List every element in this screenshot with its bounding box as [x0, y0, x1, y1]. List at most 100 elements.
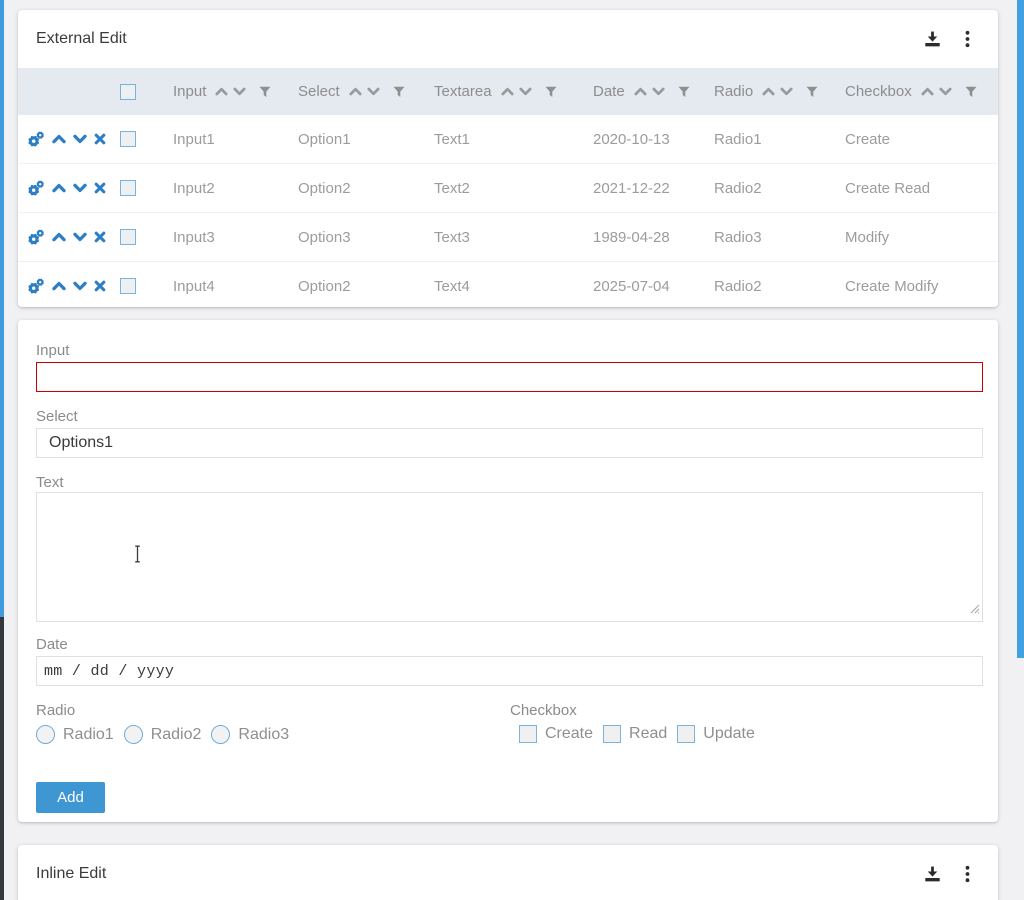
delete-x-icon[interactable] [94, 280, 106, 292]
move-down-icon[interactable] [73, 232, 87, 242]
select-label: Select [36, 408, 78, 425]
checkbox-icon[interactable] [519, 725, 537, 743]
checkbox-option[interactable]: Create [519, 725, 593, 743]
sort-asc-icon[interactable] [215, 87, 228, 96]
kebab-menu-icon[interactable] [965, 30, 970, 48]
filter-icon[interactable] [965, 86, 977, 98]
select-field[interactable]: Options1 [36, 428, 983, 458]
move-up-icon[interactable] [52, 134, 66, 144]
radio-group-label: Radio [36, 702, 75, 719]
external-edit-card: External Edit Input Select [18, 10, 998, 307]
table-row: Input3 Option3 Text3 1989-04-28 Radio3 M… [18, 213, 998, 262]
input-label: Input [36, 342, 69, 359]
sort-asc-icon[interactable] [762, 87, 775, 96]
row-checkbox[interactable] [120, 229, 136, 245]
table-row: Input1 Option1 Text1 2020-10-13 Radio1 C… [18, 115, 998, 164]
column-label: Input [173, 83, 206, 100]
row-checkbox[interactable] [120, 278, 136, 294]
column-label: Checkbox [845, 83, 912, 100]
cell-radio: Radio3 [712, 229, 843, 246]
column-label: Select [298, 83, 340, 100]
radio-option[interactable]: Radio1 [36, 725, 114, 744]
select-all-checkbox[interactable] [120, 84, 136, 100]
filter-icon[interactable] [806, 86, 818, 98]
filter-icon[interactable] [545, 86, 557, 98]
radio-group: Radio1 Radio2 Radio3 [36, 725, 289, 744]
sort-desc-icon[interactable] [939, 87, 952, 96]
filter-icon[interactable] [259, 86, 271, 98]
table-row: Input4 Option2 Text4 2025-07-04 Radio2 C… [18, 262, 998, 310]
row-checkbox[interactable] [120, 131, 136, 147]
checkbox-option-label: Create [545, 725, 593, 743]
download-icon[interactable] [924, 866, 941, 882]
cell-checkbox: Modify [843, 229, 998, 246]
delete-x-icon[interactable] [94, 133, 106, 145]
scrollbar-left-thumb[interactable] [0, 0, 4, 617]
cell-radio: Radio1 [712, 131, 843, 148]
sort-desc-icon[interactable] [233, 87, 246, 96]
scrollbar-right-thumb[interactable] [1017, 0, 1024, 658]
radio-option-label: Radio2 [151, 726, 202, 744]
filter-icon[interactable] [393, 86, 405, 98]
move-up-icon[interactable] [52, 281, 66, 291]
cell-checkbox: Create Modify [843, 278, 998, 295]
radio-option[interactable]: Radio3 [211, 725, 289, 744]
radio-option-label: Radio1 [63, 726, 114, 744]
resize-grip-icon[interactable] [969, 601, 980, 619]
sort-asc-icon[interactable] [921, 87, 934, 96]
move-up-icon[interactable] [52, 232, 66, 242]
checkbox-option[interactable]: Update [677, 725, 755, 743]
kebab-menu-icon[interactable] [965, 865, 970, 883]
cell-textarea: Text3 [432, 229, 591, 246]
settings-cogs-icon[interactable] [27, 278, 45, 295]
inline-edit-header: Inline Edit [18, 845, 998, 900]
row-checkbox[interactable] [120, 180, 136, 196]
radio-icon[interactable] [36, 725, 55, 744]
move-down-icon[interactable] [73, 183, 87, 193]
filter-icon[interactable] [678, 86, 690, 98]
date-field[interactable]: mm / dd / yyyy [36, 656, 983, 686]
table-row: Input2 Option2 Text2 2021-12-22 Radio2 C… [18, 164, 998, 213]
cell-input: Input2 [171, 180, 296, 197]
textarea-field[interactable] [36, 492, 983, 622]
radio-option[interactable]: Radio2 [124, 725, 202, 744]
date-placeholder: mm / dd / yyyy [37, 663, 174, 680]
delete-x-icon[interactable] [94, 182, 106, 194]
move-down-icon[interactable] [73, 134, 87, 144]
sort-asc-icon[interactable] [349, 87, 362, 96]
sort-desc-icon[interactable] [367, 87, 380, 96]
settings-cogs-icon[interactable] [27, 131, 45, 148]
cell-date: 2020-10-13 [591, 131, 712, 148]
cell-input: Input3 [171, 229, 296, 246]
add-form-card: Input Select Options1 Text Date mm / dd … [18, 320, 998, 822]
scrollbar-left-track[interactable] [0, 617, 4, 900]
sort-desc-icon[interactable] [519, 87, 532, 96]
column-header-textarea: Textarea [432, 83, 591, 100]
checkbox-option-label: Update [703, 725, 755, 743]
checkbox-icon[interactable] [603, 725, 621, 743]
settings-cogs-icon[interactable] [27, 180, 45, 197]
move-down-icon[interactable] [73, 281, 87, 291]
delete-x-icon[interactable] [94, 231, 106, 243]
checkbox-option-label: Read [629, 725, 667, 743]
settings-cogs-icon[interactable] [27, 229, 45, 246]
sort-asc-icon[interactable] [634, 87, 647, 96]
checkbox-icon[interactable] [677, 725, 695, 743]
cell-select: Option2 [296, 180, 432, 197]
sort-desc-icon[interactable] [780, 87, 793, 96]
cell-select: Option1 [296, 131, 432, 148]
radio-icon[interactable] [124, 725, 143, 744]
checkbox-group-label: Checkbox [510, 702, 577, 719]
cell-date: 2021-12-22 [591, 180, 712, 197]
download-icon[interactable] [924, 31, 941, 47]
sort-desc-icon[interactable] [652, 87, 665, 96]
add-button[interactable]: Add [36, 782, 105, 813]
column-label: Radio [714, 83, 753, 100]
radio-icon[interactable] [211, 725, 230, 744]
external-edit-header: External Edit [18, 10, 998, 68]
sort-asc-icon[interactable] [501, 87, 514, 96]
cell-textarea: Text1 [432, 131, 591, 148]
move-up-icon[interactable] [52, 183, 66, 193]
checkbox-option[interactable]: Read [603, 725, 667, 743]
input-field[interactable] [36, 362, 983, 392]
